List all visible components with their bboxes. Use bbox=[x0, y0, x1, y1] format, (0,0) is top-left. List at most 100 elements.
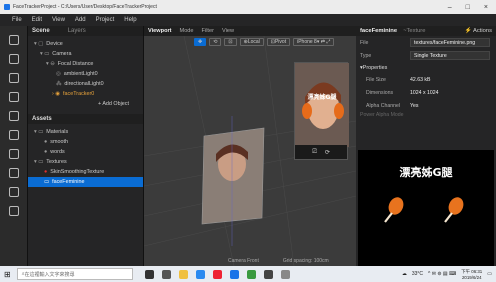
tree-item-ambient-light[interactable]: ◎ ambientLight0 bbox=[32, 69, 143, 79]
viewport-footer: Camera Front Grid spacing: 100cm bbox=[228, 258, 329, 264]
grid-tool-icon[interactable] bbox=[8, 73, 19, 83]
simulator-caption: 漂亮姊G腿 bbox=[308, 93, 338, 101]
rotate-device-icon[interactable]: ⟳ bbox=[325, 149, 330, 156]
task-view-icon[interactable] bbox=[161, 269, 171, 279]
tab-viewport[interactable]: Viewport bbox=[148, 28, 172, 34]
clock[interactable]: 下午 06:31 2019/6/24 bbox=[461, 269, 482, 280]
device-select[interactable]: iPhone 8 ▾ ⇄ ⤢ bbox=[293, 38, 335, 46]
left-toolbar bbox=[0, 26, 28, 266]
assets-header: Assets bbox=[28, 114, 143, 124]
system-tray: ☁ 33°C ^ ✉ ⊚ ▤ ⌨ 下午 06:31 2019/6/24 ▭ bbox=[402, 269, 496, 280]
menu-view[interactable]: View bbox=[52, 17, 65, 23]
focal-icon: ▾ ⊖ bbox=[46, 61, 55, 67]
app-icon[interactable] bbox=[263, 269, 273, 279]
texture-preview: 漂亮姊G腿 bbox=[358, 150, 494, 266]
export-icon[interactable] bbox=[8, 149, 19, 159]
taskbar-search[interactable]: ⌕ 在這裡輸入文字來搜尋 bbox=[16, 268, 133, 280]
texture-icon: ● bbox=[44, 169, 48, 175]
maximize-icon[interactable]: □ bbox=[466, 4, 470, 11]
tree-item-face-tracker[interactable]: › ◉ faceTracker0 bbox=[32, 89, 143, 99]
cortana-icon[interactable] bbox=[144, 269, 154, 279]
temperature: 33°C bbox=[411, 271, 424, 277]
tray-icons[interactable]: ^ ✉ ⊚ ▤ ⌨ bbox=[428, 271, 456, 277]
publish-icon[interactable] bbox=[8, 168, 19, 178]
tab-view[interactable]: View bbox=[222, 28, 234, 34]
tree-item-textures[interactable]: ▾ ▭ Textures bbox=[32, 157, 143, 167]
menu-edit[interactable]: Edit bbox=[32, 17, 42, 23]
file-field[interactable]: textures/faceFeminine.png bbox=[410, 38, 490, 47]
viewport-header: Viewport Mode Filter View bbox=[144, 26, 356, 36]
settings-icon[interactable] bbox=[8, 206, 19, 216]
app-icon[interactable] bbox=[246, 269, 256, 279]
minimize-icon[interactable]: – bbox=[448, 4, 452, 11]
tab-mode[interactable]: Mode bbox=[180, 28, 194, 34]
tree-item-device[interactable]: ▾ ▢ Device bbox=[32, 39, 143, 49]
tab-scene[interactable]: Scene bbox=[32, 28, 50, 34]
texture-preview-image: 漂亮姊G腿 bbox=[384, 165, 464, 223]
face-tracker-icon: › ◉ bbox=[52, 91, 60, 97]
type-select[interactable]: Single Texture bbox=[410, 51, 490, 60]
move-tool-icon[interactable]: ✥ bbox=[194, 38, 207, 46]
add-object-button[interactable]: + Add Object bbox=[28, 99, 143, 110]
properties-header: faceFeminine ~Texture ⚡ Actions bbox=[356, 26, 496, 36]
windows-start-icon[interactable]: ⊞ bbox=[4, 270, 11, 279]
patch-tool-icon[interactable] bbox=[8, 111, 19, 121]
tree-item-smooth[interactable]: ● smooth bbox=[32, 137, 143, 147]
file-row: File textures/faceFeminine.png bbox=[356, 36, 496, 49]
scene-tree: ▾ ▢ Device ▾ ▭ Camera ▾ ⊖ Focal Distance ◎ a… bbox=[28, 36, 143, 99]
layers-tool-icon[interactable] bbox=[8, 92, 19, 102]
camera-readout: Camera Front bbox=[228, 258, 259, 264]
material-icon: ● bbox=[44, 139, 48, 145]
file-explorer-icon[interactable] bbox=[178, 269, 188, 279]
property-row: Dimensions 1024 x 1024 bbox=[366, 89, 439, 96]
pivot-button[interactable]: ⊡ Pivot bbox=[266, 38, 291, 46]
texture-caption: 漂亮姊G腿 bbox=[399, 165, 453, 179]
taskbar-apps bbox=[144, 269, 290, 279]
tree-item-skin-smoothing-texture[interactable]: ● SkinSmoothingTexture bbox=[32, 167, 143, 177]
tree-item-directional-light[interactable]: ⁂ directionalLight0 bbox=[32, 79, 143, 89]
notifications-icon[interactable]: ▭ bbox=[487, 271, 492, 277]
app-icon[interactable] bbox=[280, 269, 290, 279]
properties-section[interactable]: ▾ Properties bbox=[356, 62, 496, 73]
spark-ar-icon[interactable] bbox=[229, 269, 239, 279]
viewport-panel: Viewport Mode Filter View ✥ ⟲ ⊡ ⊕ Local … bbox=[144, 26, 356, 266]
tree-item-words[interactable]: ● words bbox=[32, 147, 143, 157]
camera-tool-icon[interactable] bbox=[8, 54, 19, 64]
search-icon[interactable] bbox=[8, 130, 19, 140]
material-icon: ● bbox=[44, 149, 48, 155]
scene-tool-icon[interactable] bbox=[8, 35, 19, 45]
tree-item-focal-distance[interactable]: ▾ ⊖ Focal Distance bbox=[32, 59, 143, 69]
tab-layers[interactable]: Layers bbox=[68, 28, 86, 34]
tab-filter[interactable]: Filter bbox=[202, 28, 214, 34]
edge-icon[interactable] bbox=[195, 269, 205, 279]
clock-date: 2019/6/24 bbox=[461, 274, 482, 280]
local-button[interactable]: ⊕ Local bbox=[239, 38, 264, 46]
tree-item-materials[interactable]: ▾ ▭ Materials bbox=[32, 127, 143, 137]
menu-help[interactable]: Help bbox=[124, 17, 136, 23]
simulator-preview[interactable]: 漂亮姊G腿 ⎚ ⟳ bbox=[294, 62, 349, 160]
menu-bar: File Edit View Add Project Help bbox=[0, 14, 496, 26]
app-icon bbox=[4, 4, 10, 10]
chicken-leg-icon bbox=[384, 197, 404, 223]
tree-item-camera[interactable]: ▾ ▭ Camera bbox=[32, 49, 143, 59]
add-icon[interactable] bbox=[8, 187, 19, 197]
tree-item-face-feminine[interactable]: ▭ faceFeminine bbox=[28, 177, 143, 187]
scene-panel: Scene Layers ▾ ▢ Device ▾ ▭ Camera ▾ ⊖ Foca… bbox=[28, 26, 144, 266]
folder-icon: ▾ ▭ bbox=[34, 159, 44, 165]
chrome-icon[interactable] bbox=[212, 269, 222, 279]
asset-title: faceFeminine bbox=[360, 28, 398, 34]
file-label: File bbox=[360, 39, 369, 46]
actions-button[interactable]: ⚡ Actions bbox=[464, 28, 496, 34]
weather-icon: ☁ bbox=[401, 271, 407, 277]
menu-add[interactable]: Add bbox=[75, 17, 86, 23]
taskbar: ⊞ ⌕ 在這裡輸入文字來搜尋 ☁ 33°C ^ ✉ ⊚ ▤ ⌨ 下午 06:31… bbox=[0, 266, 496, 282]
menu-project[interactable]: Project bbox=[96, 17, 115, 23]
menu-file[interactable]: File bbox=[12, 17, 22, 23]
title-bar: FaceTrackerProject - C:/Users/User/Deskt… bbox=[0, 0, 496, 14]
record-icon[interactable]: ⎚ bbox=[312, 149, 317, 156]
directional-light-icon: ⁂ bbox=[56, 81, 62, 87]
close-icon[interactable]: × bbox=[484, 4, 488, 11]
rotate-tool-icon[interactable]: ⟲ bbox=[209, 38, 222, 46]
scale-tool-icon[interactable]: ⊡ bbox=[224, 38, 237, 46]
viewport-toolbar: ✥ ⟲ ⊡ ⊕ Local ⊡ Pivot iPhone 8 ▾ ⇄ ⤢ bbox=[194, 38, 335, 46]
